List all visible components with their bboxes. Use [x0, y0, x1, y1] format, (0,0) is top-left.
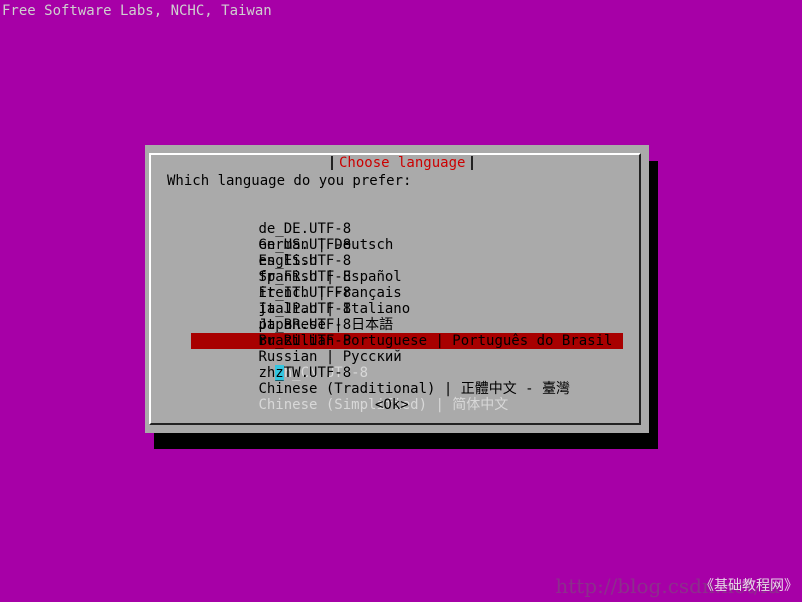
language-label: Russian | Русский: [258, 349, 402, 365]
language-code: en_US.UTF-8: [258, 237, 352, 253]
language-code: de_DE.UTF-8: [258, 221, 352, 237]
watermark-tag: 《基础教程网》: [700, 578, 798, 594]
dialog-prompt: Which language do you prefer:: [167, 173, 412, 189]
language-code: ru_RU.UTF-8: [258, 333, 352, 349]
language-code: pt_BR.UTF-8: [258, 317, 352, 333]
language-list: de_DE.UTF-8 German | Deutsch en_US.UTF-8…: [191, 205, 623, 413]
language-dialog: Choose language Which language do you pr…: [145, 145, 649, 433]
header-text: Free Software Labs, NCHC, Taiwan: [2, 3, 272, 19]
language-code: fr_FR.UTF-8: [258, 269, 352, 285]
title-right-bar: [471, 156, 474, 170]
dialog-title: Choose language: [333, 155, 472, 171]
language-code: ja_JP.UTF-8: [258, 301, 352, 317]
language-code: it_IT.UTF-8: [258, 285, 352, 301]
language-code: es_ES.UTF-8: [258, 253, 352, 269]
language-label: Chinese (Traditional) | 正體中文 - 臺灣: [258, 381, 571, 397]
language-code: zh_TW.UTF-8: [258, 365, 352, 381]
dialog-frame: Choose language Which language do you pr…: [149, 153, 641, 425]
dialog-title-wrap: Choose language: [331, 155, 474, 171]
language-item-de-de[interactable]: de_DE.UTF-8 German | Deutsch: [191, 205, 623, 253]
ok-button[interactable]: <Ok>: [375, 397, 409, 413]
